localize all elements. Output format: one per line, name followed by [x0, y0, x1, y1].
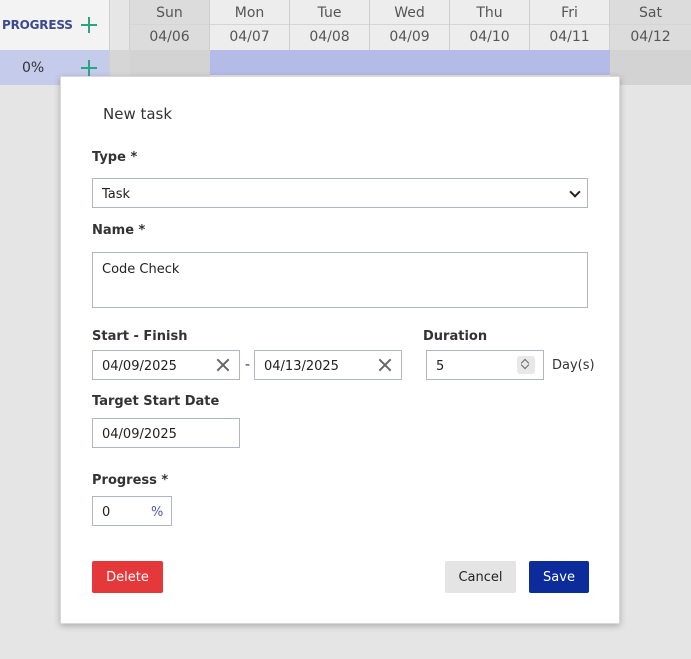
cancel-button[interactable]: Cancel: [445, 561, 516, 593]
day-name: Tue: [290, 0, 369, 25]
add-column-plus-icon[interactable]: [81, 17, 97, 33]
day-column-thu: Thu 04/10: [450, 0, 530, 50]
name-label: Name *: [92, 223, 146, 238]
target-start-label: Target Start Date: [92, 394, 220, 409]
day-date: 04/08: [309, 29, 350, 45]
duration-label: Duration: [423, 329, 488, 344]
day-date: 04/07: [229, 29, 270, 45]
gantt-header: PROGRESS Sun 04/06 Mon 04/07 Tue 04/08 W…: [0, 0, 691, 50]
new-task-dialog: New task Type * Task Name * Code Check S…: [60, 76, 620, 624]
day-column-sat: Sat 04/12: [610, 0, 691, 50]
start-date-value: 04/09/2025: [102, 359, 177, 374]
type-select-value: Task: [102, 187, 131, 202]
day-name: Sun: [130, 0, 209, 25]
dialog-title: New task: [103, 105, 173, 123]
target-start-value: 04/09/2025: [102, 427, 177, 442]
row-progress-value: 0%: [22, 60, 45, 76]
duration-spinner[interactable]: [517, 356, 535, 374]
start-finish-label: Start - Finish: [92, 329, 188, 344]
progress-label: Progress *: [92, 473, 169, 488]
row-cell-sat: [610, 50, 691, 85]
name-value: Code Check: [102, 262, 180, 277]
progress-column-header: PROGRESS: [0, 0, 110, 50]
day-column-mon: Mon 04/07: [210, 0, 290, 50]
finish-date-value: 04/13/2025: [264, 359, 339, 374]
type-label: Type *: [92, 150, 138, 165]
day-column-wed: Wed 04/09: [370, 0, 450, 50]
header-spacer: [110, 0, 130, 50]
clear-finish-date-icon[interactable]: [379, 359, 391, 371]
target-start-input[interactable]: 04/09/2025: [92, 418, 240, 448]
day-date: 04/10: [469, 29, 510, 45]
chevron-down-icon: [569, 186, 581, 198]
add-subtask-plus-icon[interactable]: [81, 60, 97, 76]
day-column-fri: Fri 04/11: [530, 0, 610, 50]
progress-input[interactable]: 0 %: [92, 496, 172, 526]
progress-value: 0: [102, 505, 111, 520]
progress-unit: %: [151, 505, 164, 520]
type-select[interactable]: Task: [92, 178, 588, 208]
name-textarea[interactable]: Code Check: [92, 252, 588, 308]
day-date: 04/09: [389, 29, 430, 45]
day-name: Fri: [530, 0, 609, 25]
day-date: 04/06: [149, 29, 190, 45]
day-date: 04/12: [630, 29, 671, 45]
day-name: Mon: [210, 0, 289, 25]
range-separator: -: [245, 357, 251, 373]
day-name: Wed: [370, 0, 449, 25]
finish-date-input[interactable]: 04/13/2025: [254, 350, 402, 380]
task-bar[interactable]: [210, 50, 610, 75]
day-column-sun: Sun 04/06: [130, 0, 210, 50]
day-date: 04/11: [549, 29, 590, 45]
delete-button[interactable]: Delete: [92, 561, 163, 593]
day-column-tue: Tue 04/08: [290, 0, 370, 50]
day-name: Thu: [450, 0, 529, 25]
duration-value: 5: [436, 359, 445, 374]
progress-header-label: PROGRESS: [2, 18, 73, 32]
duration-input[interactable]: 5: [426, 350, 544, 380]
save-button[interactable]: Save: [529, 561, 589, 593]
day-name: Sat: [610, 0, 691, 25]
clear-start-date-icon[interactable]: [217, 359, 229, 371]
start-date-input[interactable]: 04/09/2025: [92, 350, 240, 380]
duration-unit: Day(s): [552, 358, 595, 373]
